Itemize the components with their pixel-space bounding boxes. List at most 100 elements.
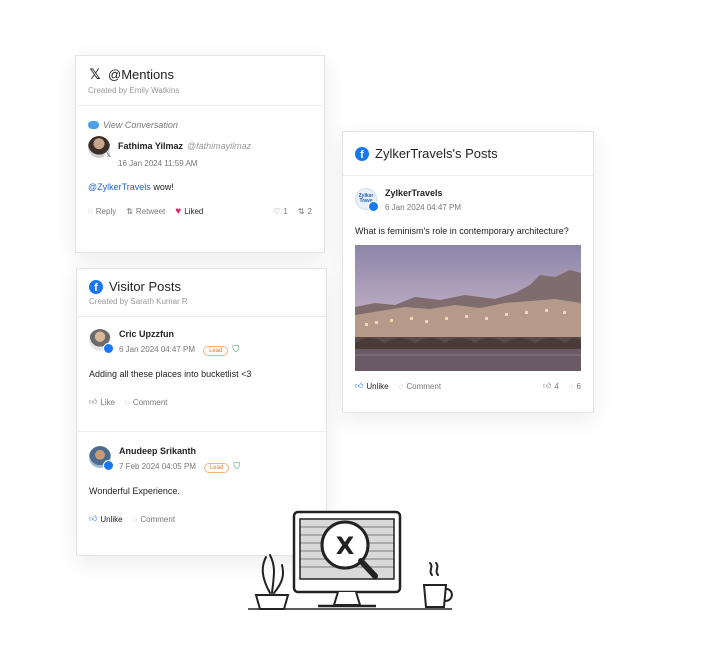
- post-time-row: 6 Jan 2024 04:47 PM Lead ⛉: [119, 344, 239, 356]
- visitor-created-by: Created by Sarath Kumar R: [89, 297, 188, 306]
- mentions-title: @Mentions: [108, 67, 174, 82]
- tag-icon[interactable]: ⛉: [232, 344, 239, 354]
- zylker-title-row: f ZylkerTravels's Posts: [355, 146, 581, 161]
- author-name[interactable]: ZylkerTravels: [385, 188, 461, 198]
- unlike-label: Unlike: [366, 381, 389, 391]
- like-count: ♡ 1: [273, 207, 288, 216]
- comment-label: Comment: [406, 381, 442, 391]
- post-text: @ZylkerTravels wow!: [88, 182, 312, 192]
- visitor-header: f Visitor Posts Created by Sarath Kumar …: [77, 269, 326, 317]
- post-text-body: wow!: [150, 182, 174, 192]
- mention-author-row: 𝕏 Fathima Yilmaz @fathimayilmaz 16 Jan 20…: [88, 136, 312, 168]
- liked-button[interactable]: ♥ Liked: [175, 206, 203, 217]
- retweet-button[interactable]: ⇅ Retweet: [126, 207, 165, 216]
- lead-badge[interactable]: Lead: [203, 463, 230, 473]
- visitor-title: Visitor Posts: [109, 279, 182, 294]
- visitor-title-row: f Visitor Posts: [89, 279, 314, 294]
- heart-outline-icon: ♡: [273, 207, 281, 216]
- facebook-icon: f: [355, 146, 369, 161]
- reply-icon: ◌: [88, 207, 93, 216]
- like-count-value: 1: [283, 207, 288, 216]
- unlike-button[interactable]: 👍︎ Unlike: [355, 381, 389, 391]
- like-count: 👍︎ 4: [543, 381, 559, 391]
- plant-icon: [254, 554, 290, 610]
- comment-button[interactable]: ◌ Comment: [399, 382, 441, 391]
- thumb-icon: 👍︎: [89, 514, 98, 523]
- post-time-row: 7 Feb 2024 04:05 PM Lead ⛉: [119, 461, 240, 473]
- comment-icon: ◌: [125, 397, 130, 407]
- post-time: 7 Feb 2024 04:05 PM: [119, 462, 196, 471]
- mentions-created-by: Created by Emily Watkins: [88, 86, 180, 95]
- facebook-badge-icon: [368, 201, 379, 212]
- desk-illustration: X: [248, 510, 453, 610]
- city-photo: [355, 245, 581, 371]
- x-icon: 𝕏: [89, 66, 101, 82]
- zylker-title: ZylkerTravels's Posts: [375, 146, 498, 161]
- chat-icon: [88, 121, 99, 129]
- comment-label: Comment: [132, 397, 168, 407]
- post-text: What is feminism's role in contemporary …: [355, 226, 569, 236]
- visitor-author-row: Cric Upzzfun 6 Jan 2024 04:47 PM Lead ⛉: [89, 329, 314, 356]
- unlike-button[interactable]: 👍︎ Unlike: [89, 514, 123, 524]
- retweet-count-value: 2: [307, 207, 312, 216]
- post-photo[interactable]: [355, 245, 581, 371]
- retweet-icon: ⇅: [297, 207, 305, 216]
- like-count-value: 4: [554, 381, 559, 391]
- x-badge-icon: 𝕏: [104, 152, 113, 161]
- visitor-actions: 👍︎ Like ◌ Comment: [89, 397, 314, 407]
- post-text: Adding all these places into bucketlist …: [89, 369, 252, 379]
- mention-link[interactable]: @ZylkerTravels: [88, 182, 151, 192]
- svg-text:X: X: [336, 532, 355, 560]
- thumb-icon: 👍︎: [355, 381, 364, 390]
- tag-icon[interactable]: ⛉: [233, 461, 240, 471]
- post-text: Wonderful Experience.: [89, 486, 180, 496]
- comment-count: ◌ 6: [569, 382, 581, 391]
- lead-badge[interactable]: Lead: [203, 346, 229, 356]
- zylker-posts-card: f ZylkerTravels's Posts Zylker Trave Zyl…: [342, 131, 594, 413]
- avatar[interactable]: Zylker Trave: [355, 188, 379, 212]
- coffee-cup-icon: [422, 562, 453, 608]
- visitor-author-row: Anudeep Srikanth 7 Feb 2024 04:05 PM Lead…: [89, 446, 314, 473]
- zylker-author-row: Zylker Trave ZylkerTravels 6 Jan 2024 04…: [355, 188, 581, 212]
- author-name[interactable]: Anudeep Srikanth: [119, 446, 240, 456]
- visitor-post: Cric Upzzfun 6 Jan 2024 04:47 PM Lead ⛉ Ad…: [77, 317, 326, 431]
- mention-actions: ◌ Reply ⇅ Retweet ♥ Liked ♡ 1 ⇅ 2: [88, 206, 312, 217]
- mentions-title-row: 𝕏 @Mentions: [88, 66, 312, 83]
- post-time: 6 Jan 2024 04:47 PM: [119, 345, 196, 354]
- thumb-icon: 👍︎: [89, 397, 98, 406]
- retweet-icon: ⇅: [126, 207, 133, 216]
- post-time: 6 Jan 2024 04:47 PM: [385, 203, 462, 212]
- author-name[interactable]: Cric Upzzfun: [119, 329, 239, 339]
- comment-label: Comment: [140, 514, 176, 524]
- unlike-label: Unlike: [100, 514, 123, 524]
- avatar[interactable]: [89, 329, 114, 354]
- comment-button[interactable]: ◌ Comment: [133, 515, 175, 524]
- retweet-label: Retweet: [135, 207, 166, 216]
- reply-button[interactable]: ◌ Reply: [88, 207, 116, 216]
- reply-label: Reply: [95, 207, 117, 216]
- avatar[interactable]: 𝕏: [88, 136, 113, 161]
- facebook-icon: f: [89, 279, 103, 294]
- zylker-actions: 👍︎ Unlike ◌ Comment 👍︎ 4 ◌ 6: [355, 381, 581, 391]
- like-label: Like: [100, 397, 116, 407]
- author-name[interactable]: Fathima Yilmaz: [118, 141, 183, 151]
- avatar[interactable]: [89, 446, 114, 471]
- view-conversation-label: View Conversation: [103, 120, 178, 130]
- mentions-header: 𝕏 @Mentions Created by Emily Watkins: [76, 56, 324, 106]
- comment-count-value: 6: [576, 381, 581, 391]
- comment-button[interactable]: ◌ Comment: [125, 398, 167, 407]
- facebook-badge-icon: [103, 460, 114, 471]
- post-time: 16 Jan 2024 11:59 AM: [118, 159, 198, 168]
- facebook-badge-icon: [103, 343, 114, 354]
- thumb-outline-icon: 👍︎: [542, 381, 552, 390]
- mentions-card: 𝕏 @Mentions Created by Emily Watkins Vie…: [75, 55, 325, 253]
- like-button[interactable]: 👍︎ Like: [89, 397, 115, 407]
- zylker-header: f ZylkerTravels's Posts: [343, 132, 593, 176]
- liked-label: Liked: [184, 207, 204, 216]
- retweet-count: ⇅ 2: [298, 207, 312, 216]
- view-conversation-link[interactable]: View Conversation: [88, 120, 312, 130]
- mention-post: View Conversation 𝕏 Fathima Yilmaz @fathi…: [76, 106, 324, 227]
- heart-icon: ♥: [175, 206, 182, 217]
- comment-icon: ◌: [398, 381, 404, 391]
- author-handle: @fathimayilmaz: [187, 141, 252, 151]
